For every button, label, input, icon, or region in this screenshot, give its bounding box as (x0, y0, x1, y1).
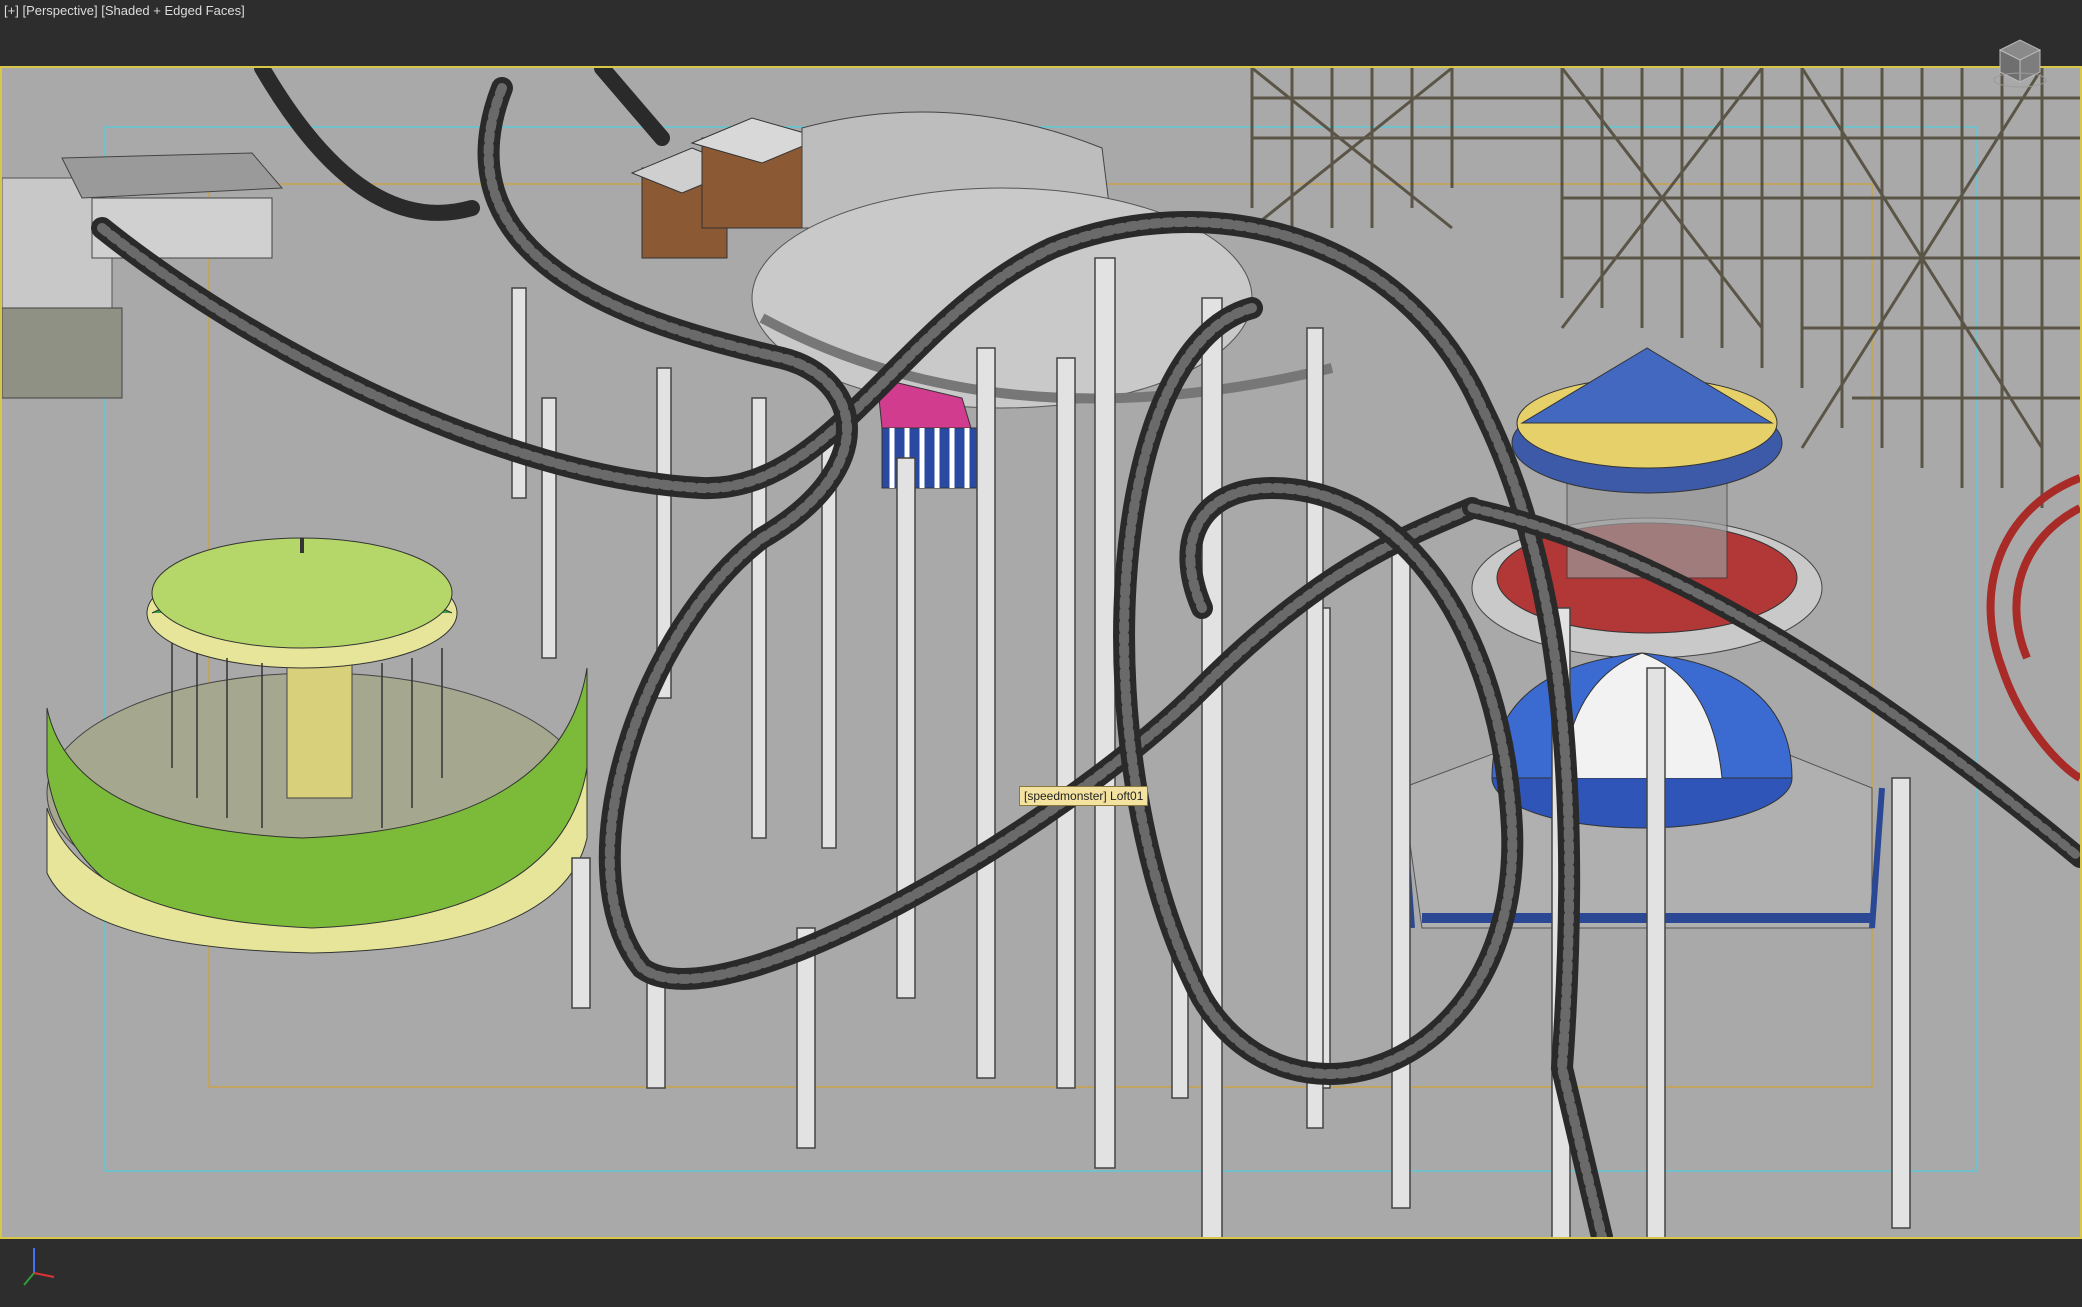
scene-render (2, 68, 2080, 1237)
viewport-shading-menu[interactable]: [Shaded + Edged Faces] (101, 3, 244, 18)
viewport-point-of-view-menu[interactable]: [Perspective] (22, 3, 97, 18)
object-tooltip: [speedmonster] Loft01 (1019, 786, 1149, 806)
perspective-viewport[interactable]: [speedmonster] Loft01 (0, 66, 2082, 1239)
red-coaster-track (1986, 474, 2080, 782)
viewcube-icon[interactable] (1990, 30, 2050, 90)
viewport-general-menu[interactable]: [+] (4, 3, 19, 18)
viewport-label: [+] [Perspective] [Shaded + Edged Faces] (4, 3, 245, 18)
axis-tripod-icon (23, 1248, 55, 1286)
viewport-footer-bar (0, 1239, 2082, 1307)
swing-ride (46, 537, 588, 954)
dome-ride (1399, 652, 1885, 929)
top-left-buildings (2, 152, 284, 399)
viewport-header-bar: [+] [Perspective] [Shaded + Edged Faces] (0, 0, 2082, 66)
